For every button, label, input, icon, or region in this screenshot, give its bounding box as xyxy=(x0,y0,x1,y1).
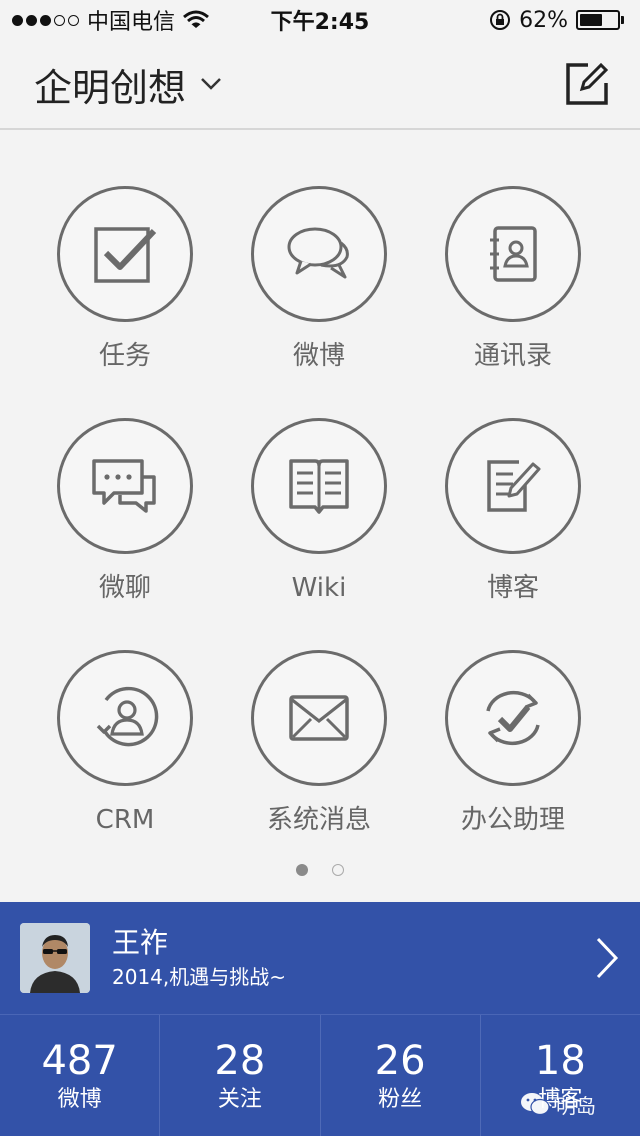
chat-icon xyxy=(92,459,156,513)
battery-percent: 62% xyxy=(519,7,568,33)
stat-value: 26 xyxy=(374,1037,426,1084)
address-book-icon xyxy=(490,226,537,282)
stat-followers[interactable]: 26 粉丝 xyxy=(321,1015,481,1136)
speech-bubbles-icon xyxy=(287,227,349,279)
app-icon-circle xyxy=(251,418,387,554)
chevron-right-icon xyxy=(596,937,619,979)
app-label: CRM xyxy=(95,805,155,835)
app-tile-chat[interactable]: 微聊 xyxy=(28,418,222,606)
app-icon-circle xyxy=(251,650,387,786)
edit-note-icon xyxy=(487,460,541,512)
org-switcher[interactable]: 企明创想 xyxy=(34,57,222,112)
app-label: 微博 xyxy=(292,341,345,371)
app-label: 博客 xyxy=(486,573,539,603)
avatar xyxy=(20,923,90,993)
avatar-photo xyxy=(20,923,90,993)
compose-button[interactable] xyxy=(564,61,610,107)
battery-icon xyxy=(576,10,624,30)
watermark-text: 明岛 xyxy=(556,1093,596,1118)
profile-card[interactable]: 王祚 2014,机遇与挑战~ xyxy=(0,902,640,1014)
carrier-label: 中国电信 xyxy=(87,10,176,35)
page-indicator[interactable] xyxy=(0,864,640,876)
assistant-check-icon xyxy=(486,690,540,746)
profile-name: 王祚 xyxy=(112,926,169,959)
stat-weibo[interactable]: 487 微博 xyxy=(0,1015,161,1136)
app-icon-circle xyxy=(57,186,193,322)
app-label: 微聊 xyxy=(98,573,151,603)
app-icon-circle xyxy=(445,650,581,786)
org-title: 企明创想 xyxy=(34,65,187,110)
app-tile-crm[interactable]: CRM xyxy=(28,650,222,838)
orientation-lock-icon xyxy=(490,10,511,30)
app-label: Wiki xyxy=(291,573,347,603)
app-label: 通讯录 xyxy=(473,341,552,371)
checkbox-icon xyxy=(94,227,157,283)
app-label: 系统消息 xyxy=(266,805,371,835)
stat-label: 微博 xyxy=(57,1086,102,1112)
chevron-down-icon xyxy=(201,78,221,90)
app-icon-circle xyxy=(251,186,387,322)
app-tile-system-messages[interactable]: 系统消息 xyxy=(222,650,416,838)
signal-strength-icon xyxy=(12,14,79,26)
profile-motto: 2014,机遇与挑战~ xyxy=(112,965,287,989)
stat-following[interactable]: 28 关注 xyxy=(160,1015,321,1136)
envelope-icon xyxy=(289,695,349,741)
stat-value: 28 xyxy=(214,1037,266,1084)
app-icon-circle xyxy=(57,650,193,786)
app-tile-office-assistant[interactable]: 办公助理 xyxy=(416,650,610,838)
app-tile-blog[interactable]: 博客 xyxy=(416,418,610,606)
app-icon-circle xyxy=(445,418,581,554)
stat-label: 粉丝 xyxy=(378,1086,423,1112)
app-header: 企明创想 xyxy=(0,40,640,130)
wechat-icon xyxy=(521,1093,550,1116)
status-bar: 中国电信 下午2:45 62% xyxy=(0,0,640,40)
app-tile-tasks[interactable]: 任务 xyxy=(28,186,222,374)
compose-icon xyxy=(566,62,609,105)
app-icon-circle xyxy=(57,418,193,554)
stat-value: 18 xyxy=(534,1037,586,1084)
app-icon-circle xyxy=(445,186,581,322)
crm-icon xyxy=(96,686,159,747)
app-tile-weibo[interactable]: 微博 xyxy=(222,186,416,374)
stat-label: 关注 xyxy=(217,1086,262,1112)
watermark: 明岛 xyxy=(520,1086,596,1122)
app-label: 任务 xyxy=(98,341,151,371)
app-grid: 任务 微博 通讯录 微聊 Wiki 博客 CRM 系统消息 办公助理 xyxy=(28,186,612,838)
page-dot xyxy=(332,864,344,876)
wifi-icon xyxy=(183,10,209,28)
page-dot-active xyxy=(296,864,308,876)
app-label: 办公助理 xyxy=(460,805,565,835)
app-tile-wiki[interactable]: Wiki xyxy=(222,418,416,606)
book-icon xyxy=(289,459,349,514)
stat-value: 487 xyxy=(41,1037,118,1084)
app-tile-contacts[interactable]: 通讯录 xyxy=(416,186,610,374)
